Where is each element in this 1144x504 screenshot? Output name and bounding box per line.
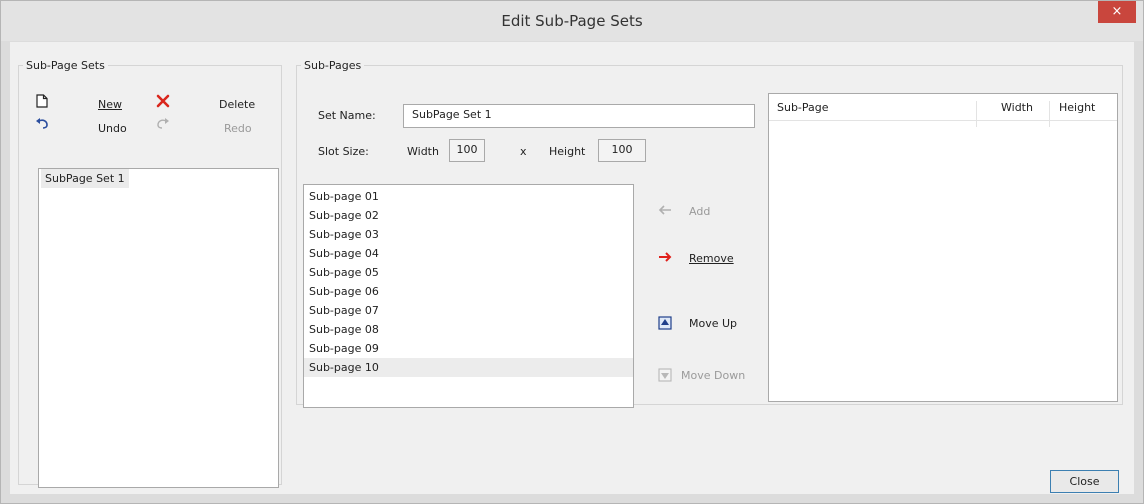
grid-col-width[interactable]: Width — [1001, 101, 1033, 114]
subpage-list-item[interactable]: Sub-page 07 — [304, 301, 633, 320]
redo-button: Redo — [224, 122, 252, 135]
move-down-button: Move Down — [657, 366, 767, 390]
slot-height-label: Height — [549, 145, 586, 158]
set-name-label: Set Name: — [318, 109, 376, 122]
dialog-client-area: Sub-Page Sets New Delete Undo Redo SubPa… — [10, 42, 1134, 494]
grid-header: Sub-Page Width Height — [769, 94, 1117, 127]
subpage-list-item[interactable]: Sub-page 05 — [304, 263, 633, 282]
available-subpages-list[interactable]: Sub-page 01 Sub-page 02 Sub-page 03 Sub-pag… — [303, 184, 634, 408]
subpages-group: Sub-Pages Set Name: SubPage Set 1 Slot S… — [296, 59, 1123, 408]
add-button: Add — [657, 202, 737, 226]
add-label: Add — [689, 205, 711, 218]
move-down-label: Move Down — [681, 369, 746, 382]
subpage-list-item[interactable]: Sub-page 01 — [304, 187, 633, 206]
subpage-list-item[interactable]: Sub-page 10 — [304, 358, 633, 377]
slot-width-label: Width — [407, 145, 439, 158]
delete-icon[interactable] — [155, 94, 171, 110]
set-name-input[interactable]: SubPage Set 1 — [403, 104, 755, 128]
delete-button[interactable]: Delete — [219, 98, 255, 111]
undo-icon[interactable] — [34, 118, 50, 134]
title-bar: Edit Sub-Page Sets × — [1, 1, 1143, 41]
subpage-list-item[interactable]: Sub-page 04 — [304, 244, 633, 263]
move-up-button[interactable]: Move Up — [657, 314, 757, 338]
subpage-list-item[interactable]: Sub-page 02 — [304, 206, 633, 225]
subpage-list-item[interactable]: Sub-page 03 — [304, 225, 633, 244]
subpage-sets-group: Sub-Page Sets New Delete Undo Redo SubPa… — [18, 59, 282, 488]
grid-col-subpage[interactable]: Sub-Page — [777, 101, 829, 114]
slot-size-times: x — [520, 145, 527, 158]
redo-icon — [155, 118, 171, 134]
subpage-list-item[interactable]: Sub-page 06 — [304, 282, 633, 301]
slot-height-input[interactable]: 100 — [598, 139, 646, 162]
subpage-list-item[interactable]: Sub-page 08 — [304, 320, 633, 339]
grid-col-height[interactable]: Height — [1059, 101, 1095, 114]
close-button[interactable]: Close — [1050, 470, 1119, 493]
remove-label: Remove — [689, 252, 734, 265]
move-up-icon — [657, 316, 673, 332]
new-button[interactable]: New — [98, 98, 122, 111]
window-close-button[interactable]: × — [1098, 1, 1136, 23]
left-arrow-icon — [657, 204, 673, 220]
move-down-icon — [657, 368, 673, 384]
slot-width-input[interactable]: 100 — [449, 139, 485, 162]
grid-col-divider[interactable] — [1049, 101, 1050, 127]
remove-button[interactable]: Remove — [657, 249, 747, 273]
subpage-sets-legend: Sub-Page Sets — [26, 59, 105, 72]
selected-subpages-grid[interactable]: Sub-Page Width Height — [768, 93, 1118, 402]
subpage-set-item[interactable]: SubPage Set 1 — [41, 169, 129, 188]
new-document-icon[interactable] — [34, 94, 50, 110]
move-up-label: Move Up — [689, 317, 738, 330]
grid-col-divider[interactable] — [976, 101, 977, 127]
subpages-legend: Sub-Pages — [304, 59, 362, 72]
undo-button[interactable]: Undo — [98, 122, 127, 135]
edit-subpage-sets-dialog: Edit Sub-Page Sets × Sub-Page Sets New D… — [0, 0, 1144, 504]
window-title: Edit Sub-Page Sets — [501, 12, 643, 30]
subpage-list-item[interactable]: Sub-page 09 — [304, 339, 633, 358]
right-arrow-icon — [657, 251, 673, 267]
subpage-sets-list[interactable]: SubPage Set 1 — [38, 168, 279, 488]
slot-size-label: Slot Size: — [318, 145, 369, 158]
